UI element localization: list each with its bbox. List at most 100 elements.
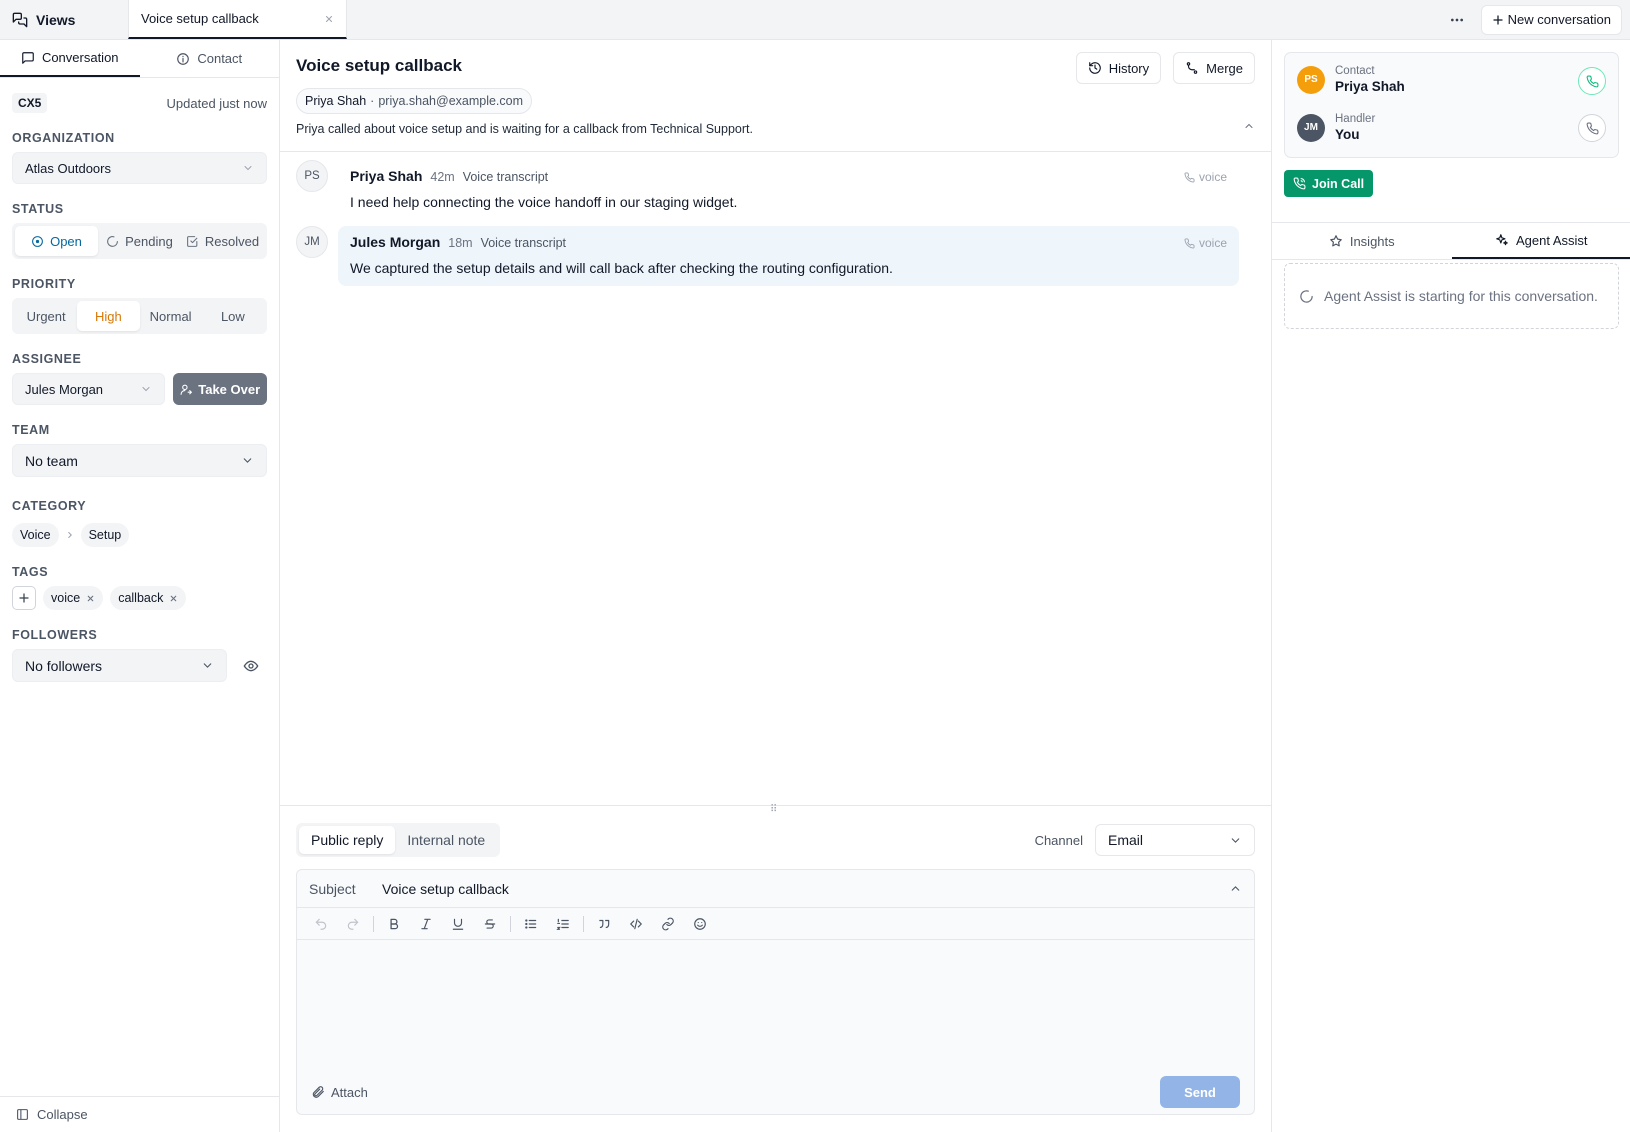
assignee-label: ASSIGNEE (12, 352, 82, 366)
message-text: We captured the setup details and will c… (350, 260, 893, 276)
views-label: Views (36, 11, 76, 28)
internal-note-tab[interactable]: Internal note (395, 826, 497, 854)
message-item: JM Jules Morgan 18m Voice transcript voi… (296, 226, 1255, 286)
redo-button[interactable] (337, 910, 369, 938)
send-button[interactable]: Send (1160, 1076, 1240, 1108)
star-icon (1329, 234, 1343, 248)
collapse-sidebar-button[interactable]: Collapse (0, 1096, 279, 1132)
assignee-value: Jules Morgan (25, 381, 104, 397)
chevron-down-icon (241, 454, 254, 467)
status-segmented-control: Open Pending Resolved (12, 223, 267, 259)
history-label: History (1108, 60, 1150, 76)
close-icon[interactable] (324, 14, 334, 24)
channel-select[interactable]: Email (1095, 824, 1255, 856)
priority-urgent-option[interactable]: Urgent (15, 301, 77, 331)
handler-party: JM Handler You (1297, 113, 1375, 142)
reply-body-input[interactable] (297, 941, 1254, 1070)
conversation-header: Voice setup callback History Merge Priya… (280, 40, 1271, 152)
public-reply-tab[interactable]: Public reply (299, 826, 396, 854)
chevron-down-icon (242, 162, 254, 174)
tab-conversation[interactable]: Conversation (0, 40, 140, 77)
spinner-icon (106, 235, 119, 248)
priority-low-option[interactable]: Low (202, 301, 264, 331)
conversation-main: Voice setup callback History Merge Priya… (280, 40, 1271, 1132)
tags-list: voice callback (12, 586, 267, 610)
bullet-list-button[interactable] (515, 910, 547, 938)
views-button[interactable]: Views (0, 0, 128, 39)
tab-insights[interactable]: Insights (1272, 223, 1452, 259)
category-chip-voice[interactable]: Voice (12, 523, 59, 547)
plus-icon (1492, 14, 1504, 26)
remove-tag-icon[interactable] (169, 594, 178, 603)
redo-icon (346, 917, 360, 931)
circle-dot-icon (31, 235, 44, 248)
tab-insights-label: Insights (1349, 233, 1395, 249)
contact-pill[interactable]: Priya Shah · priya.shah@example.com (296, 88, 533, 114)
more-options-button[interactable] (1443, 6, 1471, 34)
underline-button[interactable] (442, 910, 474, 938)
tab-contact[interactable]: Contact (140, 40, 280, 77)
plus-icon (18, 592, 30, 604)
italic-button[interactable] (410, 910, 442, 938)
resize-handle[interactable]: ⠿ (770, 804, 778, 815)
numbered-list-button[interactable] (547, 910, 579, 938)
subject-input[interactable]: Voice setup callback (382, 881, 509, 897)
tab-label: Voice setup callback (141, 11, 259, 26)
merge-button[interactable]: Merge (1173, 52, 1255, 84)
loading-spinner-icon (1299, 289, 1314, 304)
assignee-select[interactable]: Jules Morgan (12, 373, 166, 405)
chevron-down-icon (140, 383, 152, 395)
subject-label: Subject (309, 880, 356, 897)
status-pending-option[interactable]: Pending (98, 226, 181, 256)
agent-assist-status: Agent Assist is starting for this conver… (1284, 263, 1619, 329)
message-time: 18m (448, 236, 473, 250)
call-handler-button[interactable] (1578, 114, 1606, 142)
message-kind: Voice transcript (480, 236, 567, 250)
chevron-up-icon[interactable] (1229, 882, 1242, 895)
message-author: Priya Shah (350, 168, 423, 184)
priority-high-option[interactable]: High (77, 301, 140, 331)
new-conversation-button[interactable]: New conversation (1480, 4, 1622, 35)
status-open-option[interactable]: Open (15, 226, 98, 256)
join-call-button[interactable]: Join Call (1284, 170, 1374, 197)
underline-icon (451, 917, 465, 931)
status-pending-label: Pending (125, 233, 173, 249)
remove-tag-icon[interactable] (86, 594, 95, 603)
followers-select[interactable]: No followers (12, 649, 227, 682)
tab-agent-assist[interactable]: Agent Assist (1451, 223, 1630, 259)
tab-voice-setup-callback[interactable]: Voice setup callback (128, 0, 347, 39)
message-channel: voice (1184, 170, 1227, 184)
phone-icon (1586, 75, 1599, 88)
tag-chip-voice: voice (43, 586, 104, 610)
strikethrough-icon (483, 917, 497, 931)
strikethrough-button[interactable] (474, 910, 506, 938)
undo-button[interactable] (305, 910, 337, 938)
tag-label: voice (51, 591, 81, 605)
code-button[interactable] (620, 910, 652, 938)
team-select[interactable]: No team (12, 444, 267, 477)
bullet-list-icon (524, 917, 538, 931)
merge-icon (1185, 61, 1199, 75)
new-conversation-label: New conversation (1507, 12, 1611, 27)
category-chip-setup[interactable]: Setup (80, 523, 130, 547)
chevron-up-icon[interactable] (1243, 120, 1255, 132)
link-button[interactable] (652, 910, 684, 938)
status-resolved-option[interactable]: Resolved (181, 226, 264, 256)
add-tag-button[interactable] (12, 586, 36, 610)
chevron-down-icon (1229, 834, 1242, 847)
take-over-button[interactable]: Take Over (173, 373, 267, 405)
organization-select[interactable]: Atlas Outdoors (12, 152, 267, 184)
message-channel-label: voice (1198, 170, 1227, 184)
priority-normal-option[interactable]: Normal (140, 301, 202, 331)
category-breadcrumb: Voice Setup (12, 523, 267, 547)
bold-button[interactable] (378, 910, 410, 938)
attach-button[interactable]: Attach (311, 1085, 368, 1100)
history-button[interactable]: History (1075, 52, 1162, 84)
info-icon (176, 52, 190, 66)
eye-icon[interactable] (243, 658, 259, 674)
tag-label: callback (118, 591, 164, 605)
quote-button[interactable] (588, 910, 620, 938)
emoji-button[interactable] (684, 910, 716, 938)
call-contact-button[interactable] (1578, 67, 1606, 95)
message-icon (21, 51, 35, 65)
